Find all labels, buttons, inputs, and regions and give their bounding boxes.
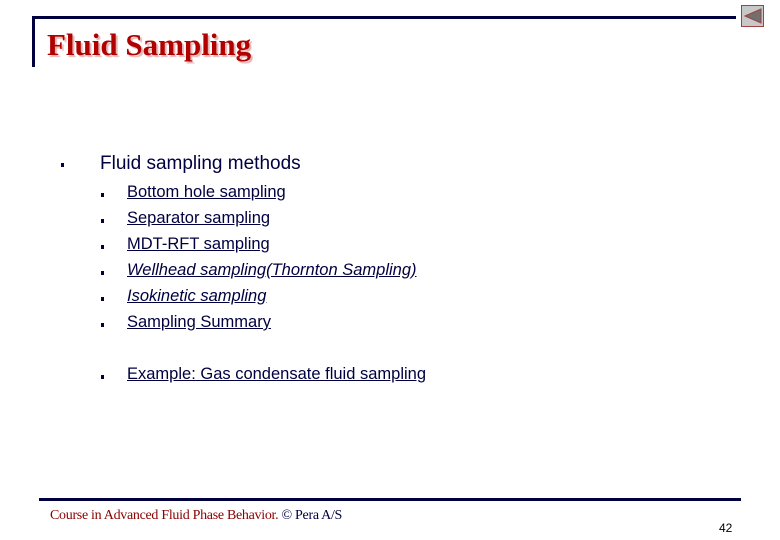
sampling-method-link[interactable]: Separator sampling (127, 209, 270, 228)
bullet-icon (101, 297, 104, 301)
list-item: Isokinetic sampling (0, 287, 780, 313)
footer-copyright: © Pera A/S (281, 508, 343, 523)
bullet-icon (101, 271, 104, 275)
header-left-rule (32, 16, 35, 67)
previous-slide-button[interactable] (741, 5, 764, 27)
bullet-icon (101, 219, 104, 223)
slide-title: Fluid Sampling (47, 27, 252, 62)
list-item: Separator sampling (0, 209, 780, 235)
header-top-rule (32, 16, 736, 19)
sampling-method-link[interactable]: Isokinetic sampling (127, 287, 266, 306)
footer-rule (39, 498, 741, 501)
bullet-icon (101, 245, 104, 249)
page-number: 42 (719, 521, 733, 535)
list-item: MDT-RFT sampling (0, 235, 780, 261)
sampling-method-link[interactable]: MDT-RFT sampling (127, 235, 270, 254)
list-item: Bottom hole sampling (0, 183, 780, 209)
bullet-icon (101, 375, 104, 379)
main-bullet-text: Fluid sampling methods (100, 153, 301, 174)
bullet-icon (101, 193, 104, 197)
footer-course: Course in Advanced Fluid Phase Behavior. (50, 508, 279, 523)
sampling-method-link[interactable]: Sampling Summary (127, 313, 271, 332)
footer-text: Course in Advanced Fluid Phase Behavior.… (50, 508, 342, 524)
bullet-icon (61, 163, 64, 167)
example-link[interactable]: Example: Gas condensate fluid sampling (127, 365, 426, 384)
list-item-example: Example: Gas condensate fluid sampling (0, 365, 780, 391)
list-item: Sampling Summary (0, 313, 780, 339)
triangle-left-icon (743, 8, 762, 24)
sampling-method-link[interactable]: Wellhead sampling(Thornton Sampling) (127, 261, 417, 280)
list-item: Wellhead sampling(Thornton Sampling) (0, 261, 780, 287)
bullet-icon (101, 323, 104, 327)
sampling-method-link[interactable]: Bottom hole sampling (127, 183, 286, 202)
